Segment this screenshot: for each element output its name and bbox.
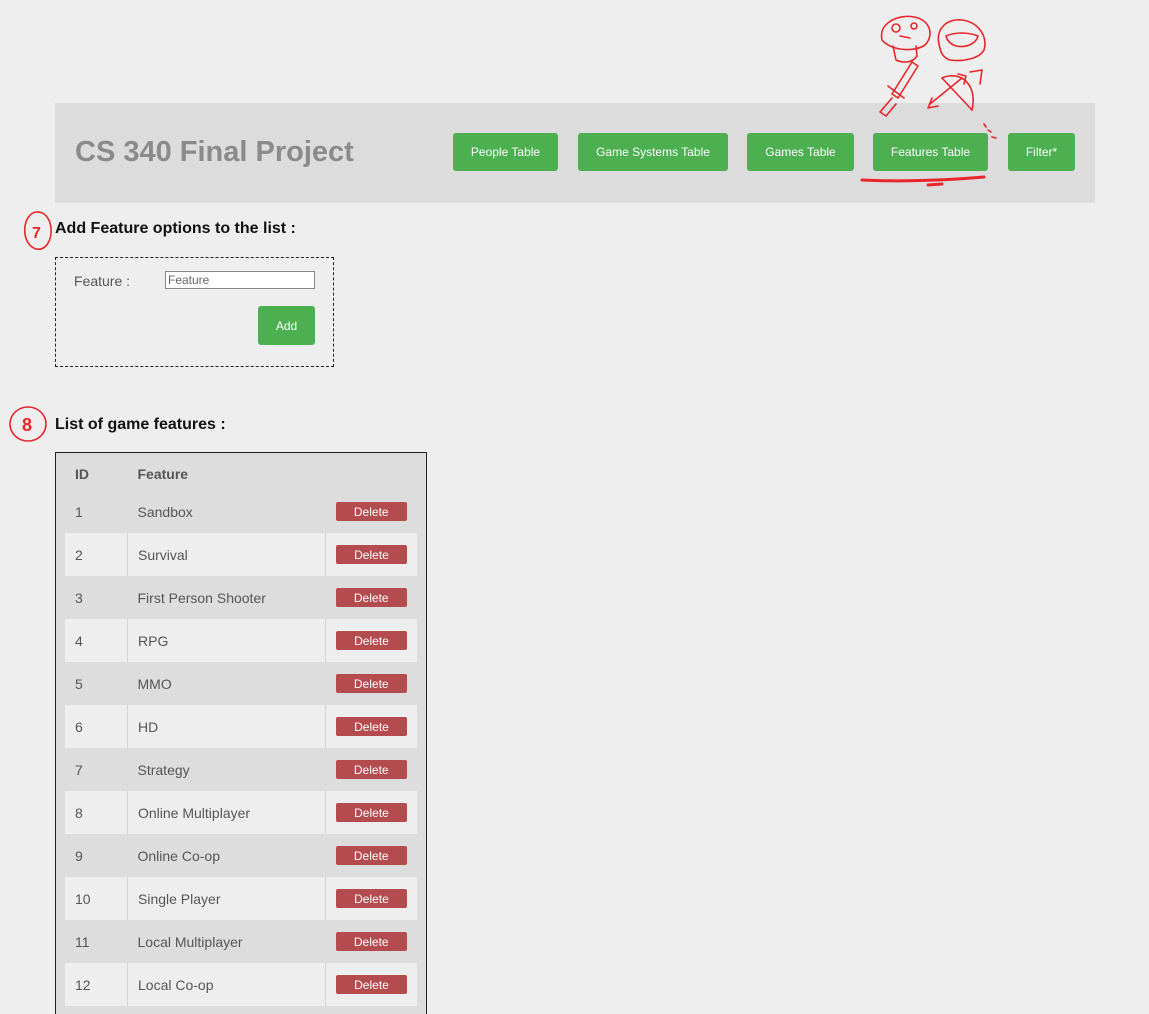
features-table-button[interactable]: Features Table — [873, 133, 988, 171]
column-header-action — [325, 458, 417, 490]
delete-button[interactable]: Delete — [335, 545, 407, 564]
delete-button[interactable]: Delete — [335, 846, 407, 865]
row-id: 4 — [65, 619, 128, 662]
step-8-number: 8 — [22, 415, 32, 435]
row-action-cell: Delete — [324, 619, 417, 662]
delete-button[interactable]: Delete — [335, 717, 407, 736]
helmet-doodle-icon — [937, 19, 986, 62]
games-table-button[interactable]: Games Table — [747, 133, 854, 171]
delete-button[interactable]: Delete — [335, 631, 407, 650]
page-title: CS 340 Final Project — [75, 136, 354, 168]
row-id: 8 — [65, 791, 128, 834]
row-action-cell: Delete — [325, 834, 417, 877]
filter-button[interactable]: Filter* — [1008, 133, 1075, 171]
delete-button[interactable]: Delete — [335, 674, 407, 693]
row-id: 3 — [65, 576, 128, 619]
row-action-cell: Delete — [325, 662, 417, 705]
table-row: 7 Strategy Delete — [65, 748, 417, 791]
table-row: 6 HD Delete — [65, 705, 417, 748]
delete-button[interactable]: Delete — [335, 588, 407, 607]
row-action-cell: Delete — [325, 920, 417, 963]
row-feature: Sandbox — [127, 490, 326, 533]
column-header-feature: Feature — [137, 466, 189, 482]
row-action-cell: Delete — [325, 748, 417, 791]
people-table-button[interactable]: People Table — [453, 133, 558, 171]
row-action-cell: Delete — [324, 877, 417, 920]
table-row: 12 Local Co-op Delete — [65, 963, 417, 1006]
step-8-circle — [9, 406, 47, 442]
header-bar: CS 340 Final Project People Table Game S… — [55, 103, 1095, 203]
row-action-cell: Delete — [325, 490, 417, 533]
row-feature: First Person Shooter — [127, 576, 326, 619]
row-feature: RPG — [127, 619, 326, 662]
feature-label: Feature : — [74, 273, 131, 289]
row-id: 9 — [65, 834, 128, 877]
row-feature: Local Co-op — [127, 963, 326, 1006]
table-header-row: ID Feature — [65, 458, 417, 490]
delete-button[interactable]: Delete — [335, 502, 407, 521]
table-row: 8 Online Multiplayer Delete — [65, 791, 417, 834]
column-header-id: ID — [75, 466, 89, 482]
delete-button[interactable]: Delete — [335, 975, 407, 994]
table-row: 5 MMO Delete — [65, 662, 417, 705]
delete-button[interactable]: Delete — [335, 932, 407, 951]
row-action-cell: Delete — [324, 791, 417, 834]
features-table: ID Feature 1 Sandbox Delete 2 Survival D… — [65, 458, 417, 1006]
features-table-container: ID Feature 1 Sandbox Delete 2 Survival D… — [55, 452, 427, 1014]
row-id: 7 — [65, 748, 128, 791]
row-action-cell: Delete — [324, 533, 417, 576]
row-feature: Survival — [127, 533, 326, 576]
row-id: 1 — [65, 490, 128, 533]
step-7-circle — [23, 211, 52, 250]
page: CS 340 Final Project People Table Game S… — [0, 0, 1149, 1014]
table-row: 4 RPG Delete — [65, 619, 417, 662]
game-systems-table-button[interactable]: Game Systems Table — [578, 133, 728, 171]
row-feature: Online Multiplayer — [127, 791, 326, 834]
table-row: 9 Online Co-op Delete — [65, 834, 417, 877]
add-feature-heading: Add Feature options to the list : — [55, 220, 296, 237]
row-feature: Single Player — [127, 877, 326, 920]
row-feature: HD — [127, 705, 326, 748]
feature-input[interactable] — [165, 271, 315, 289]
row-id: 6 — [65, 705, 128, 748]
delete-button[interactable]: Delete — [335, 889, 407, 908]
table-row: 2 Survival Delete — [65, 533, 417, 576]
table-row: 11 Local Multiplayer Delete — [65, 920, 417, 963]
row-feature: Local Multiplayer — [127, 920, 326, 963]
row-action-cell: Delete — [324, 705, 417, 748]
delete-button[interactable]: Delete — [335, 803, 407, 822]
row-feature: MMO — [127, 662, 326, 705]
table-row: 3 First Person Shooter Delete — [65, 576, 417, 619]
add-button[interactable]: Add — [258, 306, 315, 345]
add-feature-form: Feature : Add — [55, 257, 334, 367]
row-id: 11 — [65, 920, 128, 963]
row-id: 12 — [65, 963, 128, 1006]
row-action-cell: Delete — [325, 576, 417, 619]
row-feature: Online Co-op — [127, 834, 326, 877]
mushroom-doodle-icon — [880, 15, 931, 63]
feature-list-heading: List of game features : — [55, 416, 226, 433]
table-row: 1 Sandbox Delete — [65, 490, 417, 533]
row-id: 5 — [65, 662, 128, 705]
step-7-number: 7 — [32, 225, 41, 242]
row-id: 10 — [65, 877, 128, 920]
table-row: 10 Single Player Delete — [65, 877, 417, 920]
row-action-cell: Delete — [324, 963, 417, 1006]
row-id: 2 — [65, 533, 128, 576]
delete-button[interactable]: Delete — [335, 760, 407, 779]
row-feature: Strategy — [127, 748, 326, 791]
